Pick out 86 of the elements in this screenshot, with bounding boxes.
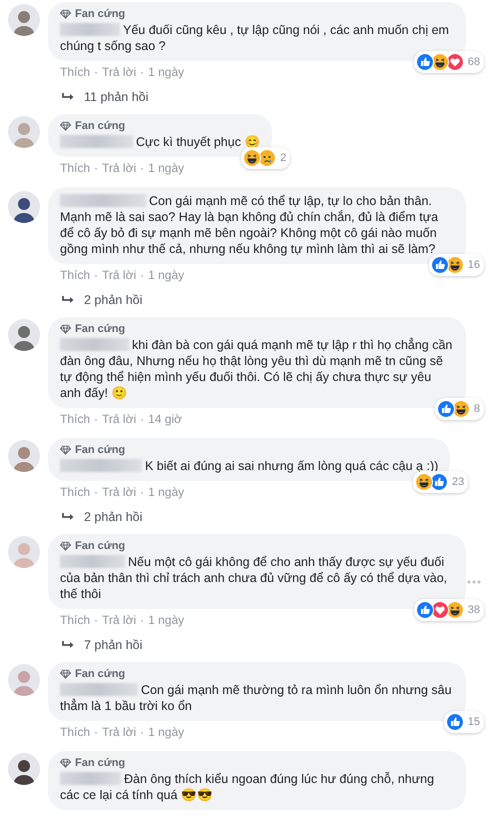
timestamp: 1 ngày (148, 485, 184, 499)
reply-arrow-icon (62, 512, 74, 522)
avatar[interactable] (8, 319, 40, 351)
blurred-name (60, 23, 120, 36)
comment-text: Con gái mạnh mẽ có thể tự lập, tự lo cho bản thân. Mạnh mẽ là sai sao? Hay là bạn không đủ chín chắn, đủ là điểm tựa để cô ấy bỏ đi sự mạnh mẽ bên ngoài? Không một cô gái nào muốn gồng mình như thế cả, nhưng nếu không tự mình làm thì ai sẽ làm? (60, 193, 440, 257)
timestamp: 1 ngày (148, 268, 184, 282)
avatar[interactable] (8, 753, 40, 785)
comment-text: khi đàn bà con gái quá mạnh mẽ tự lập r thì họ chẳng cần đàn ông đâu, Nhưng nếu họ thật lòng yêu thì dù mạnh mẽ tn cũng sẽ tự động thể hiện mình yếu đuối thôi. Có lẽ chị ấy chưa thực sự yêu anh đấy! 🙂 (60, 337, 454, 401)
fan-label: Fan cứng (75, 120, 126, 132)
replies-link[interactable]: 11 phản hồi (84, 90, 148, 104)
like-link[interactable]: Thích (60, 725, 90, 739)
blurred-name (60, 338, 129, 351)
reaction-summary[interactable]: 68 (414, 51, 484, 73)
comment-text: Đàn ông thích kiểu ngoan đúng lúc hư đúng chỗ, nhưng các ce lại cá tính quá 😎😎 (60, 771, 436, 803)
comment-text: Cực kì thuyết phục 😊 (60, 134, 260, 150)
timestamp: 1 ngày (148, 725, 184, 739)
replies-link[interactable]: 7 phản hồi (84, 638, 142, 652)
reaction-summary[interactable]: 8 (434, 398, 484, 420)
replies-link[interactable]: 2 phản hồi (84, 510, 142, 524)
timestamp: 1 ngày (148, 65, 184, 79)
fan-label: Fan cứng (75, 757, 126, 769)
fan-label: Fan cứng (75, 323, 126, 335)
reply-link[interactable]: Trả lời (102, 65, 136, 79)
timestamp: 1 ngày (148, 613, 184, 627)
separator-dot: · (140, 268, 144, 282)
like-link[interactable]: Thích (60, 412, 90, 426)
separator-dot: · (140, 725, 144, 739)
like-link[interactable]: Thích (60, 161, 90, 175)
comment-text: Yếu đuối cũng kêu , tự lập cũng nói , các anh muốn chị em chúng t sống sao ? (60, 22, 450, 54)
separator-dot: · (140, 412, 144, 426)
reply-link[interactable]: Trả lời (102, 268, 136, 282)
timestamp: 14 giờ (148, 412, 182, 426)
separator-dot: · (140, 613, 144, 627)
separator-dot: · (140, 485, 144, 499)
reaction-count: 15 (468, 716, 480, 728)
fan-label: Fan cứng (75, 540, 126, 552)
timestamp: 1 ngày (148, 161, 184, 175)
reaction-count: 8 (474, 403, 480, 415)
comment-text: Nếu một cô gái không để cho anh thấy được sự yếu đuối của bản thân thì chỉ trách anh chưa đủ vững để cô ấy có thể dựa vào, thế thôi (60, 554, 448, 602)
reply-arrow-icon (62, 640, 74, 650)
comment-text: Con gái mạnh mẽ thường tỏ ra mình luôn ổn nhưng sâu thẳm là 1 bầu trời ko ổn (60, 682, 453, 714)
diamond-icon (60, 669, 71, 679)
reaction-summary[interactable]: 16 (428, 254, 484, 276)
reaction-summary[interactable]: 38 (414, 599, 484, 621)
fan-label: Fan cứng (75, 668, 126, 680)
reply-link[interactable]: Trả lời (102, 485, 136, 499)
like-link[interactable]: Thích (60, 485, 90, 499)
reaction-count: 2 (280, 152, 286, 164)
fan-label: Fan cứng (75, 444, 126, 456)
reaction-count: 68 (468, 56, 480, 68)
reaction-summary[interactable]: 23 (413, 471, 468, 493)
reply-link[interactable]: Trả lời (102, 725, 136, 739)
like-link[interactable]: Thích (60, 268, 90, 282)
reaction-summary[interactable]: 15 (444, 711, 484, 733)
reply-arrow-icon (62, 296, 74, 304)
separator-dot: · (94, 65, 98, 79)
separator-dot: · (140, 65, 144, 79)
blurred-name (60, 555, 125, 568)
fan-label: Fan cứng (75, 8, 126, 20)
avatar[interactable] (8, 191, 40, 223)
reply-arrow-icon (62, 92, 74, 102)
like-link[interactable]: Thích (60, 613, 90, 627)
diamond-icon (60, 324, 71, 334)
separator-dot: · (94, 613, 98, 627)
separator-dot: · (94, 268, 98, 282)
diamond-icon (60, 445, 71, 455)
diamond-icon (60, 758, 71, 768)
diamond-icon (60, 541, 71, 551)
reply-link[interactable]: Trả lời (102, 412, 136, 426)
separator-dot: · (140, 161, 144, 175)
reaction-summary[interactable]: 2 (241, 147, 290, 169)
reply-link[interactable]: Trả lời (102, 613, 136, 627)
reply-link[interactable]: Trả lời (102, 161, 136, 175)
diamond-icon (60, 9, 71, 19)
separator-dot: · (94, 161, 98, 175)
reaction-count: 23 (452, 476, 464, 488)
like-link[interactable]: Thích (60, 65, 90, 79)
more-options-icon[interactable] (467, 580, 481, 584)
replies-link[interactable]: 2 phản hồi (84, 293, 142, 307)
diamond-icon (60, 121, 71, 131)
reaction-count: 16 (468, 259, 480, 271)
blurred-name (60, 772, 121, 785)
reaction-count: 38 (468, 604, 480, 616)
separator-dot: · (94, 485, 98, 499)
separator-dot: · (94, 725, 98, 739)
separator-dot: · (94, 412, 98, 426)
